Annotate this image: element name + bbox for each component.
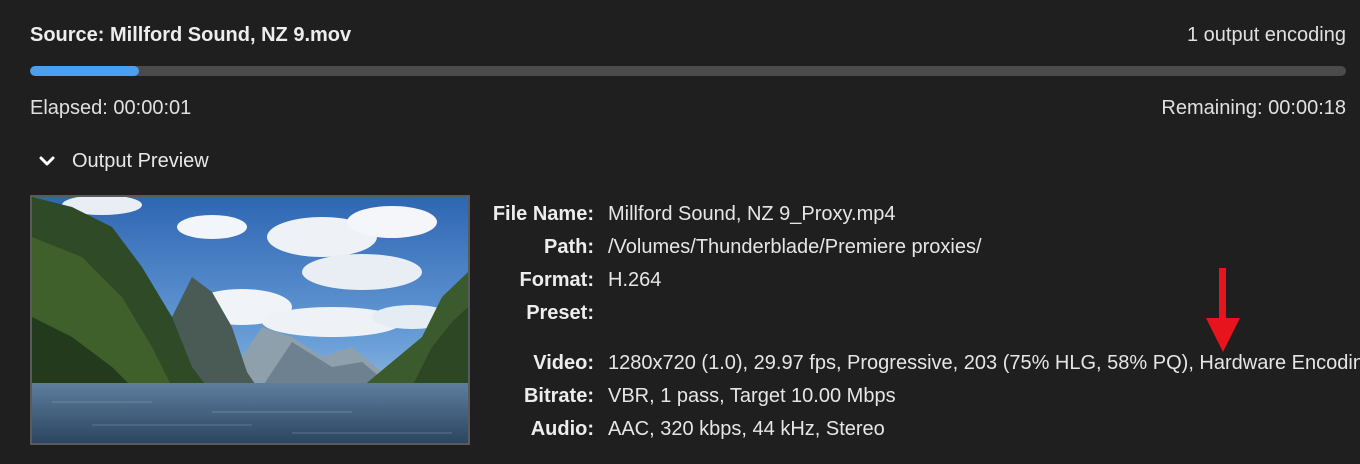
video-label: Video: [533,352,594,374]
preset-label: Preset: [526,302,594,324]
detail-row-video: Video: 1280x720 (1.0), 29.97 fps, Progre… [470,349,1360,382]
output-preview-toggle[interactable]: Output Preview [38,146,209,176]
elapsed-time: Elapsed: 00:00:01 [30,97,192,119]
audio-value: AAC, 320 kbps, 44 kHz, Stereo [608,418,885,440]
progress-bar-fill [30,66,140,76]
encoding-panel: Source: Millford Sound, NZ 9.mov 1 outpu… [0,0,1360,464]
path-label: Path: [544,236,594,258]
format-value: H.264 [608,269,662,291]
file-name-value: Millford Sound, NZ 9_Proxy.mp4 [608,203,896,225]
path-value: /Volumes/Thunderblade/Premiere proxies/ [608,236,982,258]
progress-bar [30,66,1346,76]
preview-thumbnail [30,195,470,445]
audio-label: Audio: [530,418,594,440]
chevron-down-icon[interactable] [38,152,56,170]
bitrate-label: Bitrate: [523,385,594,407]
source-title: Source: Millford Sound, NZ 9.mov [30,24,352,46]
file-name-label: File Name: [492,203,594,225]
detail-row-path: Path: /Volumes/Thunderblade/Premiere pro… [470,233,1360,266]
format-label: Format: [519,269,594,291]
bitrate-value: VBR, 1 pass, Target 10.00 Mbps [608,385,896,407]
video-value: 1280x720 (1.0), 29.97 fps, Progressive, … [608,352,1360,374]
detail-row-audio: Audio: AAC, 320 kbps, 44 kHz, Stereo [470,415,1360,448]
detail-row-bitrate: Bitrate: VBR, 1 pass, Target 10.00 Mbps [470,382,1360,415]
down-arrow-icon [1206,268,1240,352]
output-preview-label: Output Preview [72,149,209,172]
remaining-time: Remaining: 00:00:18 [1161,97,1346,119]
output-encoding-count: 1 output encoding [1186,24,1346,46]
detail-row-file-name: File Name: Millford Sound, NZ 9_Proxy.mp… [470,200,1360,233]
